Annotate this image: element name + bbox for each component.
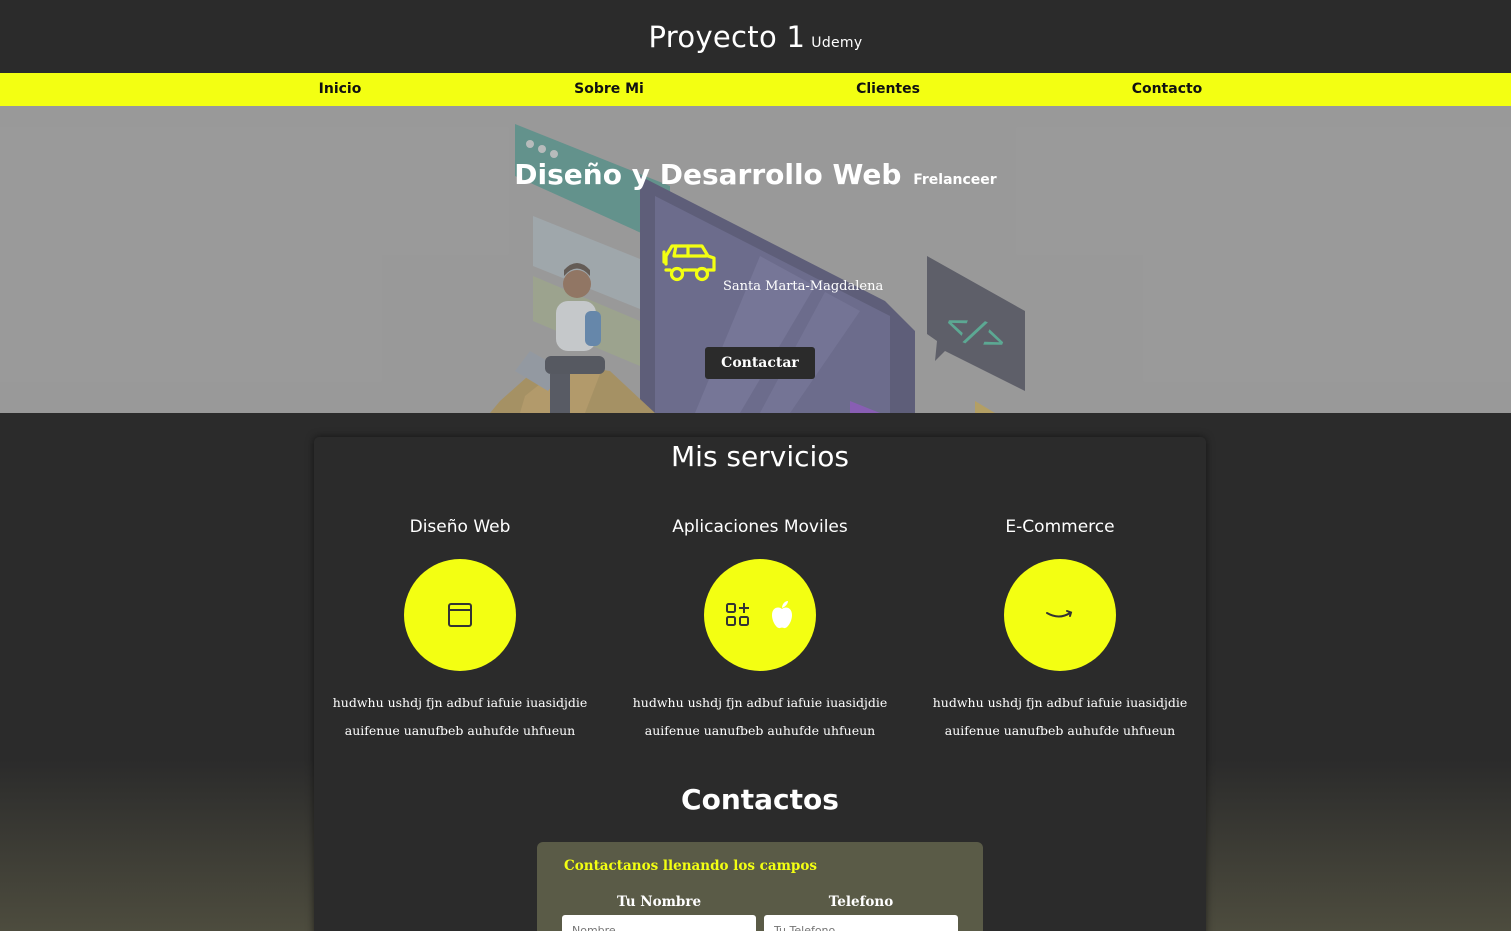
service-icon-circle (404, 559, 516, 671)
service-card-aplicaciones-moviles: Aplicaciones Moviles hudwhu ushdj fjn ad… (610, 517, 910, 745)
location-text: Santa Marta-Magdalena (723, 279, 884, 294)
service-name: Diseño Web (409, 517, 511, 537)
main-nav: Inicio Sobre Mi Clientes Contacto (0, 73, 1511, 106)
phone-label: Telefono (828, 894, 894, 910)
service-description: hudwhu ushdj fjn adbuf iafuie iuasidjdie… (632, 695, 888, 738)
service-icon-circle (704, 559, 816, 671)
name-label: Tu Nombre (616, 894, 702, 910)
browser-window-icon (448, 603, 472, 627)
nav-item-contacto[interactable]: Contacto (1132, 73, 1203, 106)
site-header: Proyecto 1 Udemy (0, 0, 1511, 73)
nav-item-sobre-mi[interactable]: Sobre Mi (574, 73, 644, 106)
site-subtitle: Udemy (811, 34, 863, 51)
name-input[interactable] (562, 915, 756, 931)
apps-add-icon (726, 603, 749, 626)
hero-title-text: Diseño y Desarrollo Web (514, 158, 902, 191)
service-name: Aplicaciones Moviles (672, 517, 848, 537)
nav-item-clientes[interactable]: Clientes (856, 73, 920, 106)
service-card-e-commerce: E-Commerce hudwhu ushdj fjn adbuf iafuie… (910, 517, 1210, 745)
amazon-smile-icon (1046, 610, 1073, 618)
contacts-title: Contactos (681, 783, 839, 816)
hero-section: </> Diseño y Desarrollo Web Frelanceer S… (0, 106, 1511, 413)
phone-input[interactable] (764, 915, 958, 931)
form-heading: Contactanos llenando los campos (564, 858, 817, 874)
service-card-diseno-web: Diseño Web hudwhu ushdj fjn adbuf iafuie… (310, 517, 610, 745)
service-name: E-Commerce (1005, 517, 1115, 537)
hero-title: Diseño y Desarrollo Web Frelanceer (0, 158, 1511, 191)
service-icon-circle (1004, 559, 1116, 671)
services-title: Mis servicios (671, 440, 849, 473)
contactar-button[interactable]: Contactar (705, 347, 815, 379)
service-description: hudwhu ushdj fjn adbuf iafuie iuasidjdie… (932, 695, 1188, 738)
hero-subtitle: Frelanceer (913, 172, 997, 188)
main-panel: Mis servicios Diseño Web hudwhu ushdj fj… (314, 437, 1206, 931)
site-title-text: Proyecto 1 (648, 19, 806, 54)
apple-icon (772, 601, 792, 629)
contact-form: Contactanos llenando los campos Tu Nombr… (537, 842, 983, 931)
service-description: hudwhu ushdj fjn adbuf iafuie iuasidjdie… (332, 695, 588, 738)
site-title: Proyecto 1 Udemy (649, 20, 863, 54)
car-icon (662, 244, 716, 282)
nav-item-inicio[interactable]: Inicio (319, 73, 362, 106)
